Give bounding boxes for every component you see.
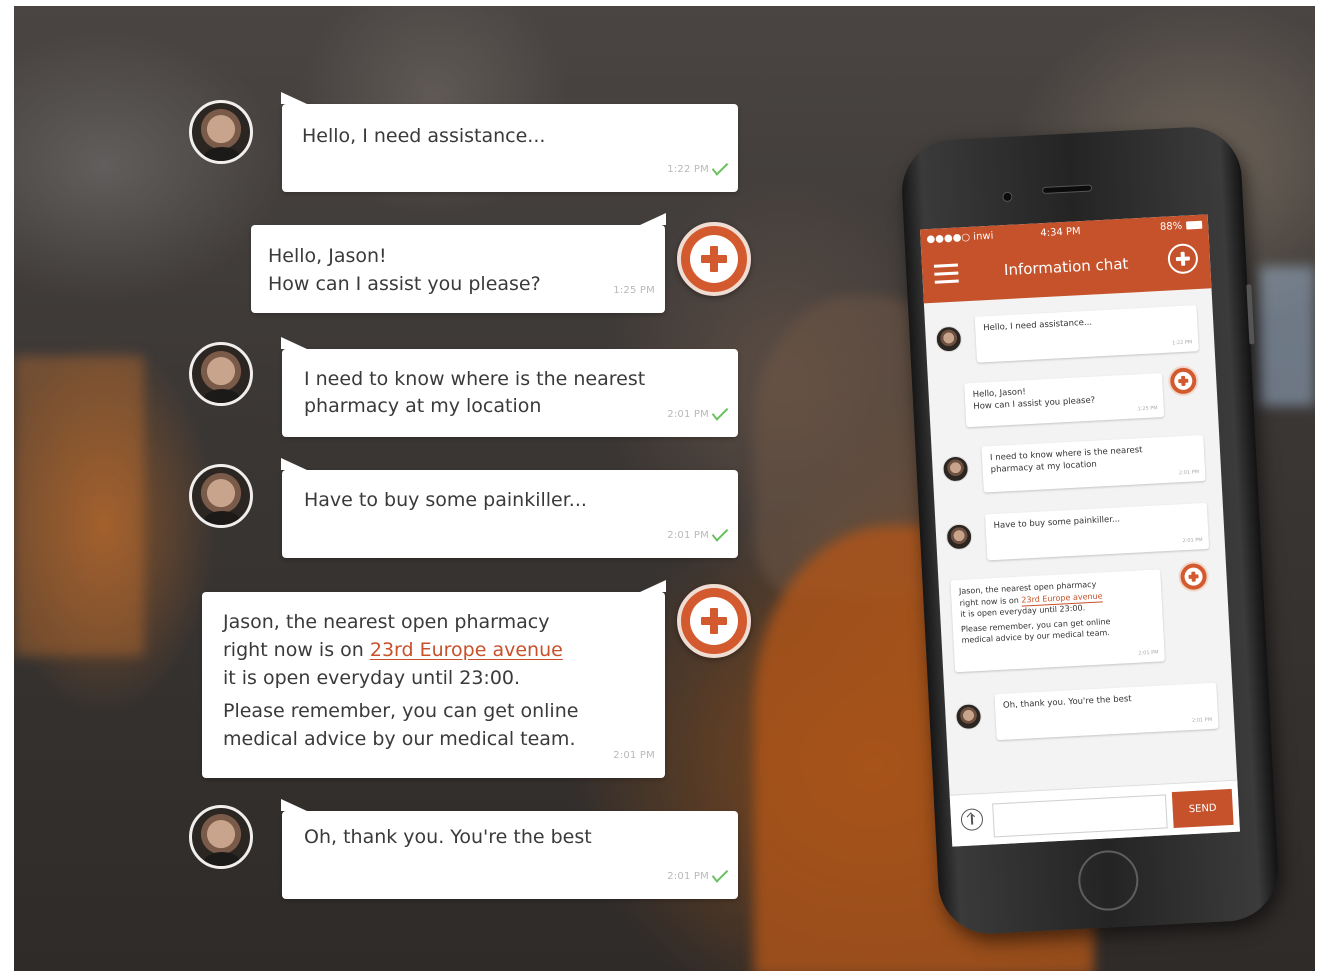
user-avatar <box>945 523 973 551</box>
medical-cross-icon <box>701 246 727 272</box>
mini-user-message-4: Oh, thank you. You're the best 2:01 PM <box>994 682 1219 741</box>
message-text: Oh, thank you. You're the best <box>304 826 592 848</box>
user-avatar <box>189 100 253 164</box>
background-monitor-left <box>14 356 144 656</box>
pharmacy-address-link[interactable]: 23rd Europe avenue <box>370 639 563 661</box>
message-time: 1:22 PM <box>667 156 729 184</box>
upload-arrow-icon[interactable] <box>960 808 984 832</box>
user-avatar <box>189 805 253 869</box>
battery-icon <box>1185 220 1203 230</box>
message-line: medical advice by our medical team. <box>223 728 576 750</box>
message-line: right now is on 23rd Europe avenue <box>223 636 563 664</box>
message-time: 2:01 PM <box>667 401 729 429</box>
user-message-1: Hello, I need assistance... 1:22 PM <box>281 92 738 192</box>
message-time: 1:25 PM <box>613 285 655 296</box>
battery-level: 88% <box>1159 220 1183 233</box>
user-message-4: Oh, thank you. You're the best 2:01 PM <box>281 799 738 899</box>
send-button[interactable]: SEND <box>1171 788 1234 829</box>
message-line: Please remember, you can get online <box>223 700 579 722</box>
message-time: 2:01 PM <box>667 863 729 891</box>
message-text: Oh, thank you. You're the best <box>1002 694 1132 711</box>
double-check-icon <box>711 865 729 883</box>
user-message-3: Have to buy some painkiller... 2:01 PM <box>281 458 738 558</box>
message-line: Hello, Jason! <box>268 245 387 267</box>
message-time: 2:01 PM <box>613 750 655 761</box>
user-message-2: I need to know where is the nearest phar… <box>281 337 738 437</box>
phone-mockup: ●●●●○ inwi 4:34 PM 88% Information chat … <box>899 124 1281 937</box>
double-check-icon <box>711 524 729 542</box>
message-line: Jason, the nearest open pharmacy <box>223 611 550 633</box>
carrier-label: ●●●●○ inwi <box>926 230 994 246</box>
message-time: 1:25 PM <box>1137 405 1158 413</box>
message-time: 2:01 PM <box>1178 469 1200 477</box>
message-time: 2:01 PM <box>1182 537 1203 545</box>
medical-cross-icon <box>1176 251 1191 266</box>
mini-agent-message-1: Hello, Jason! How can I assist you pleas… <box>964 373 1165 428</box>
agent-badge <box>1167 365 1200 397</box>
double-check-icon <box>711 158 729 176</box>
user-avatar <box>954 702 983 731</box>
mini-agent-message-2: Jason, the nearest open pharmacy right n… <box>950 569 1165 673</box>
message-time: 2:01 PM <box>1138 649 1159 657</box>
user-avatar <box>935 325 963 353</box>
phone-screen: ●●●●○ inwi 4:34 PM 88% Information chat … <box>920 214 1240 847</box>
message-text: Have to buy some painkiller... <box>993 514 1121 532</box>
message-time: 2:01 PM <box>1191 716 1213 724</box>
agent-message-2: Jason, the nearest open pharmacy right n… <box>202 580 666 778</box>
medical-cross-icon <box>1188 571 1199 582</box>
medical-cross-icon <box>1178 376 1189 387</box>
message-text: Have to buy some painkiller... <box>304 489 587 511</box>
agent-badge <box>677 584 751 658</box>
double-check-icon <box>711 403 729 421</box>
message-text: Hello, I need assistance... <box>983 317 1093 334</box>
user-avatar <box>189 342 253 406</box>
agent-message-1: Hello, Jason! How can I assist you pleas… <box>251 213 666 313</box>
message-time: 1:22 PM <box>1172 339 1193 347</box>
message-line: I need to know where is the nearest <box>304 368 646 390</box>
message-line: How can I assist you please? <box>268 273 541 295</box>
mini-user-message-2: I need to know where is the nearest phar… <box>981 434 1206 493</box>
mini-user-message-1: Hello, I need assistance... 1:22 PM <box>974 305 1199 363</box>
user-avatar <box>189 464 253 528</box>
user-avatar <box>941 455 970 483</box>
mini-user-message-3: Have to buy some painkiller... 2:01 PM <box>985 502 1210 561</box>
message-time: 2:01 PM <box>667 522 729 550</box>
message-line: it is open everyday until 23:00. <box>223 667 521 689</box>
background-window-right <box>1259 266 1315 406</box>
medical-cross-icon <box>701 608 727 634</box>
status-clock: 4:34 PM <box>1040 226 1081 240</box>
message-text: Hello, I need assistance... <box>302 125 546 147</box>
agent-badge <box>1177 560 1210 593</box>
message-line-prefix: right now is on <box>223 639 370 661</box>
message-input[interactable] <box>992 794 1168 838</box>
agent-badge <box>677 222 751 296</box>
message-line: pharmacy at my location <box>304 395 542 417</box>
